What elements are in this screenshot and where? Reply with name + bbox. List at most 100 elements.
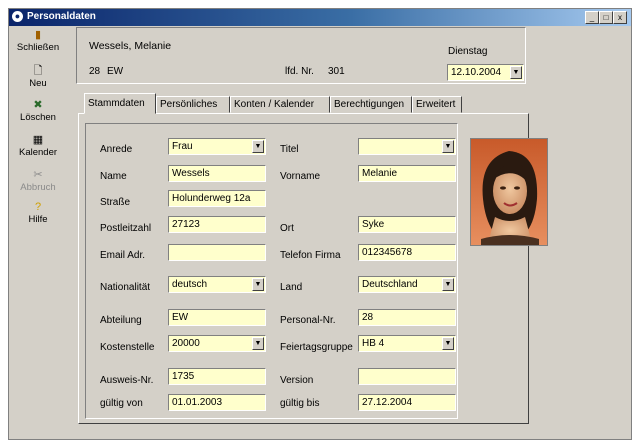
anrede-value: Frau — [172, 141, 193, 152]
personalnr-value: 28 — [362, 312, 374, 323]
telefon-value: 012345678 — [362, 247, 413, 258]
anrede-label: Anrede — [100, 144, 133, 155]
strasse-label: Straße — [100, 197, 131, 208]
title-bar[interactable]: ● Personaldaten _ □ x — [9, 9, 631, 26]
toolbar-label: Schließen — [16, 42, 60, 53]
ort-label: Ort — [280, 223, 294, 234]
anrede-select[interactable]: Frau ▼ — [168, 138, 266, 155]
feiertag-value: HB 4 — [362, 338, 385, 349]
toolbar-label: Neu — [29, 78, 47, 89]
ausweis-value: 1735 — [172, 371, 195, 382]
chevron-down-icon[interactable]: ▼ — [252, 278, 264, 291]
kostenstelle-label: Kostenstelle — [100, 342, 155, 353]
strasse-value: Holunderweg 12a — [172, 193, 251, 204]
cancel-icon: ✂ — [33, 169, 43, 181]
toolbar-abbruch-button[interactable]: ✂ Abbruch — [9, 169, 67, 193]
abteilung-input[interactable]: EW — [168, 309, 266, 326]
portrait-image — [471, 139, 547, 245]
email-label: Email Adr. — [100, 250, 146, 261]
maximize-button[interactable]: □ — [599, 11, 613, 24]
chevron-down-icon[interactable]: ▼ — [442, 140, 454, 153]
gueltig-von-label: gültig von — [100, 398, 143, 409]
toolbar-label: Kalender — [18, 147, 58, 158]
chevron-down-icon[interactable]: ▼ — [510, 66, 522, 79]
telefon-label: Telefon Firma — [280, 250, 341, 261]
version-label: Version — [280, 375, 314, 386]
personalnr-input[interactable]: 28 — [358, 309, 456, 326]
new-document-icon: 🗋 — [33, 65, 43, 77]
email-input[interactable] — [168, 244, 266, 261]
employee-photo — [470, 138, 548, 246]
name-label: Name — [100, 171, 127, 182]
tab-persnliches[interactable]: Persönliches — [156, 96, 230, 113]
land-value: Deutschland — [362, 279, 418, 290]
toolbar-kalender-button[interactable]: ▦ Kalender — [9, 134, 67, 158]
delete-icon: ✖ — [33, 99, 43, 111]
name-value: Wessels — [172, 168, 210, 179]
strasse-input[interactable]: Holunderweg 12a — [168, 190, 266, 207]
telefon-input[interactable]: 012345678 — [358, 244, 456, 261]
tab-stammdaten[interactable]: Stammdaten — [84, 93, 156, 114]
ausweis-input[interactable]: 1735 — [168, 368, 266, 385]
nationalitaet-select[interactable]: deutsch ▼ — [168, 276, 266, 293]
abteilung-value: EW — [172, 312, 189, 323]
feiertag-label: Feiertagsgruppe — [280, 342, 353, 353]
personalnr-label: Personal-Nr. — [280, 315, 336, 326]
tab-berechtigungen[interactable]: Berechtigungen — [330, 96, 412, 113]
feiertag-select[interactable]: HB 4 ▼ — [358, 335, 456, 352]
titel-label: Titel — [280, 144, 299, 155]
name-input[interactable]: Wessels — [168, 165, 266, 182]
nationalitaet-label: Nationalität — [100, 282, 151, 293]
toolbar-lschen-button[interactable]: ✖ Löschen — [9, 99, 67, 123]
door-icon: ▮ — [34, 29, 42, 41]
land-label: Land — [280, 282, 303, 293]
gueltig-von-value: 01.01.2003 — [172, 397, 223, 408]
department-code: EW — [107, 66, 124, 77]
titel-select[interactable]: ▼ — [358, 138, 456, 155]
vorname-input[interactable]: Melanie — [358, 165, 456, 182]
chevron-down-icon[interactable]: ▼ — [252, 140, 264, 153]
ort-input[interactable]: Syke — [358, 216, 456, 233]
calendar-icon: ▦ — [32, 134, 44, 146]
plz-label: Postleitzahl — [100, 223, 152, 234]
land-select[interactable]: Deutschland ▼ — [358, 276, 456, 293]
chevron-down-icon[interactable]: ▼ — [442, 337, 454, 350]
toolbar-hilfe-button[interactable]: ? Hilfe — [9, 201, 67, 225]
app-icon: ● — [12, 11, 23, 22]
tab-erweitert[interactable]: Erweitert — [412, 96, 462, 113]
ort-value: Syke — [362, 219, 385, 230]
weekday-label: Dienstag — [448, 46, 488, 57]
department-number: 28 — [89, 66, 101, 77]
abteilung-label: Abteilung — [100, 315, 142, 326]
help-icon: ? — [34, 201, 42, 213]
toolbar-neu-button[interactable]: 🗋 Neu — [9, 65, 67, 89]
gueltig-bis-label: gültig bis — [280, 398, 320, 409]
plz-value: 27123 — [172, 219, 200, 230]
kostenstelle-select[interactable]: 20000 ▼ — [168, 335, 266, 352]
tab-kontenkalender[interactable]: Konten / Kalender — [230, 96, 330, 113]
chevron-down-icon[interactable]: ▼ — [442, 278, 454, 291]
plz-input[interactable]: 27123 — [168, 216, 266, 233]
window-title: Personaldaten — [27, 11, 96, 22]
nationalitaet-value: deutsch — [172, 279, 208, 290]
vorname-label: Vorname — [280, 171, 321, 182]
minimize-button[interactable]: _ — [585, 11, 599, 24]
header-panel: Wessels, Melanie 28 EW lfd. Nr. 301 Dien… — [76, 27, 526, 84]
version-input[interactable] — [358, 368, 456, 385]
toolbar-label: Löschen — [20, 112, 56, 123]
toolbar-schlieen-button[interactable]: ▮ Schließen — [9, 29, 67, 53]
employee-name: Wessels, Melanie — [89, 40, 172, 52]
gueltig-von-input[interactable]: 01.01.2003 — [168, 394, 266, 411]
kostenstelle-value: 20000 — [172, 338, 200, 349]
chevron-down-icon[interactable]: ▼ — [252, 337, 264, 350]
toolbar-label: Hilfe — [28, 214, 48, 225]
date-value: 12.10.2004 — [451, 67, 502, 78]
close-button[interactable]: x — [613, 11, 627, 24]
toolbar-label: Abbruch — [20, 182, 56, 193]
vorname-value: Melanie — [362, 168, 398, 179]
gueltig-bis-input[interactable]: 27.12.2004 — [358, 394, 456, 411]
date-select[interactable]: 12.10.2004 ▼ — [447, 64, 524, 81]
lfd-nr-label: lfd. Nr. — [285, 66, 314, 77]
ausweis-label: Ausweis-Nr. — [100, 375, 154, 386]
gueltig-bis-value: 27.12.2004 — [362, 397, 413, 408]
